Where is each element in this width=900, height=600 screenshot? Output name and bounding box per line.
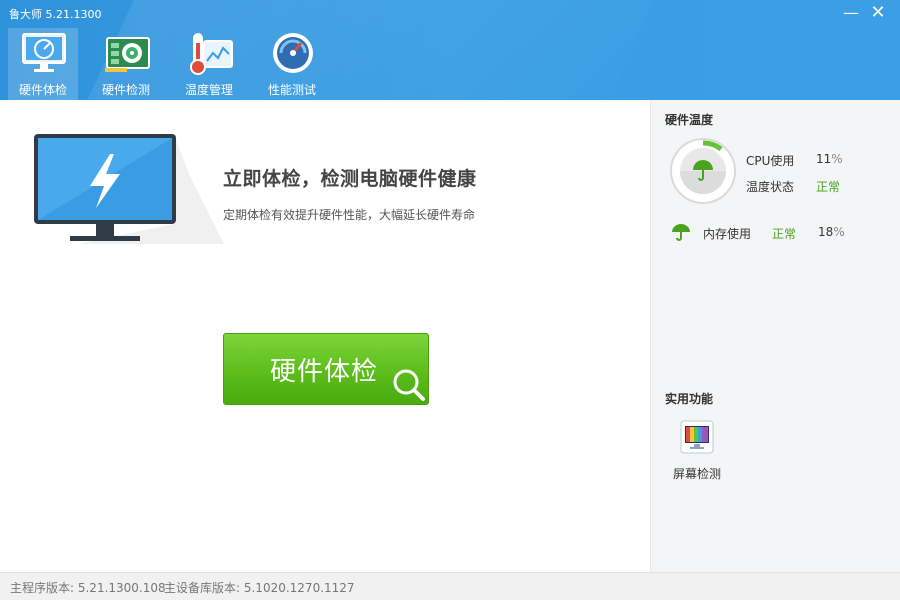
tab-performance[interactable]: 性能测试: [257, 28, 327, 100]
db-version-text: 主设备库版本: 5.1020.1270.1127: [164, 581, 355, 595]
circuit-board-icon: [105, 37, 150, 72]
percent-sign: %: [831, 152, 843, 166]
title-bar: 鲁大师 5.21.1300 — ✕ 硬件体检 硬件检测 温度管理 性能测试: [0, 0, 900, 100]
percent-sign: %: [833, 225, 845, 239]
main-panel: 立即体检，检测电脑硬件健康 定期体检有效提升硬件性能，大幅延长硬件寿命 硬件体检: [0, 100, 650, 572]
tab-hardware-checkup[interactable]: 硬件体检: [8, 28, 78, 100]
sidebar: 硬件温度 CPU使用 11% 温度状态 正常 内存使用 正常 18% 实用功能 …: [650, 100, 900, 572]
memory-usage-label: 内存使用: [703, 227, 752, 241]
close-button[interactable]: ✕: [867, 2, 889, 24]
temp-status-value: 正常: [816, 180, 841, 194]
tools-title: 实用功能: [665, 392, 714, 406]
temperature-gauge: [670, 138, 736, 204]
thermometer-icon: [190, 33, 233, 75]
cpu-usage-number: 11: [816, 152, 832, 166]
minimize-button[interactable]: —: [840, 2, 862, 24]
speedometer-icon: [273, 33, 313, 73]
tab-label: 硬件检测: [101, 83, 150, 97]
tool-label: 屏幕检测: [672, 467, 721, 481]
magnifier-icon: [393, 369, 425, 401]
cpu-usage-label: CPU使用: [746, 154, 795, 168]
tab-hardware-detect[interactable]: 硬件检测: [91, 28, 161, 100]
monitor-icon: [22, 33, 66, 72]
hardware-temp-title: 硬件温度: [665, 113, 714, 127]
temp-status-label: 温度状态: [746, 180, 795, 194]
memory-usage-number: 18: [818, 225, 834, 239]
cpu-usage-value: 11%: [816, 152, 843, 166]
screen-test-icon: [680, 420, 714, 454]
memory-usage-value: 18%: [818, 225, 845, 239]
page-title: 立即体检，检测电脑硬件健康: [223, 168, 477, 190]
memory-status: 正常: [772, 227, 797, 241]
status-bar: 主程序版本: 5.21.1300.108 主设备库版本: 5.1020.1270…: [0, 572, 900, 600]
tab-label: 温度管理: [184, 83, 233, 97]
umbrella-icon: [672, 224, 690, 241]
tab-temperature[interactable]: 温度管理: [174, 28, 244, 100]
hardware-checkup-button[interactable]: 硬件体检: [223, 333, 429, 405]
screen-test-tool[interactable]: 屏幕检测: [671, 420, 723, 482]
app-title: 鲁大师 5.21.1300: [9, 8, 102, 21]
tab-label: 性能测试: [267, 83, 316, 97]
monitor-illustration: [34, 134, 224, 244]
main-version-text: 主程序版本: 5.21.1300.108: [10, 581, 166, 595]
checkup-button-label: 硬件体检: [270, 357, 379, 387]
page-subtitle: 定期体检有效提升硬件性能，大幅延长硬件寿命: [223, 208, 476, 222]
tab-label: 硬件体检: [18, 83, 67, 97]
